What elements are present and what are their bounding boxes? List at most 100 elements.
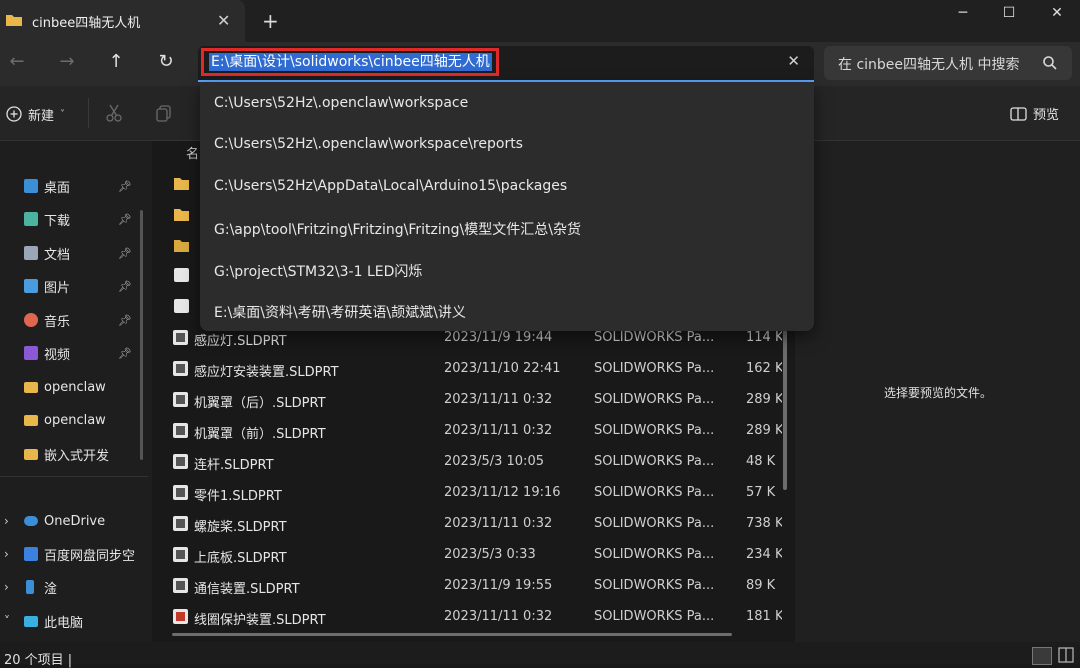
sidebar-item-label: 下载 [44,213,71,229]
sidebar-item-onedrive[interactable]: › OneDrive [0,507,148,535]
pin-icon: 📌︎ [118,346,132,360]
file-row[interactable]: 机翼罩（后）.SLDPRT 2023/11/11 0:32 SOLIDWORKS… [166,384,786,414]
refresh-icon[interactable]: ↻ [151,50,181,74]
file-size: 57 K [746,485,776,500]
file-type: SOLIDWORKS Pa... [594,392,715,407]
address-suggestion[interactable]: C:\Users\52Hz\.openclaw\workspace [214,95,468,111]
sldprt-file-icon [173,423,188,438]
sldprt-file-icon [173,454,188,469]
search-icon[interactable] [1042,55,1058,71]
sidebar-item-label: 淦 [44,581,58,597]
sidebar-item-drive[interactable]: › 淦 [0,573,148,601]
sidebar-item-videos[interactable]: 视频 📌︎ [0,339,148,367]
sidebar-item-label: 百度网盘同步空 [44,548,136,564]
sidebar-item-baidu-netdisk[interactable]: › 百度网盘同步空 [0,540,148,568]
sidebar-item-downloads[interactable]: 下载 📌︎ [0,205,148,233]
file-date: 2023/5/3 0:33 [444,547,536,562]
sldprt-file-icon [173,578,188,593]
picture-icon [24,279,38,293]
tiles-view-icon[interactable] [1058,647,1074,663]
document-icon [24,246,38,260]
file-type: SOLIDWORKS Pa... [594,454,715,469]
sldprt-file-icon [173,609,188,624]
search-box[interactable]: 在 cinbee四轴无人机 中搜索 [824,46,1072,80]
preview-message: 选择要预览的文件。 [884,386,993,400]
new-button[interactable]: 新建 ˅ [6,103,65,125]
sidebar-item-desktop[interactable]: 桌面 📌︎ [0,172,148,200]
window-tab[interactable]: cinbee四轴无人机 ✕ [0,0,245,42]
address-suggestion[interactable]: E:\桌面\资料\考研\考研英语\颉斌斌\讲义 [214,302,466,322]
clear-address-icon[interactable]: ✕ [787,52,800,70]
chevron-down-icon[interactable]: ˅ [4,614,10,628]
address-suggestion[interactable]: G:\project\STM32\3-1 LED闪烁 [214,261,422,281]
sidebar-item-music[interactable]: 音乐 📌︎ [0,306,148,334]
file-name: 线圈保护装置.SLDPRT [194,613,326,628]
details-view-icon[interactable] [1032,647,1052,665]
close-button[interactable]: ✕ [1034,0,1080,30]
file-icon [174,299,189,313]
folder-icon [174,240,189,252]
forward-arrow-icon[interactable]: → [52,50,82,74]
file-row[interactable]: 上底板.SLDPRT 2023/5/3 0:33 SOLIDWORKS Pa..… [166,539,786,569]
file-row[interactable]: 零件1.SLDPRT 2023/11/12 19:16 SOLIDWORKS P… [166,477,786,507]
new-tab-button[interactable]: + [262,9,279,33]
sldprt-file-icon [173,330,188,345]
chevron-right-icon[interactable]: › [4,580,9,594]
sidebar-item-folder[interactable]: openclaw [0,406,148,434]
address-highlight-box [201,48,499,76]
file-list-horizontal-scrollbar[interactable] [172,633,732,636]
file-row[interactable]: 通信装置.SLDPRT 2023/11/9 19:55 SOLIDWORKS P… [166,570,786,600]
file-date: 2023/11/11 0:32 [444,609,553,624]
sidebar-item-folder[interactable]: 嵌入式开发 [0,440,148,468]
sidebar-item-pictures[interactable]: 图片 📌︎ [0,272,148,300]
back-arrow-icon[interactable]: ← [2,50,32,74]
file-size: 738 K [746,516,782,531]
file-date: 2023/11/11 0:32 [444,516,553,531]
maximize-button[interactable]: ☐ [986,0,1032,30]
chevron-right-icon[interactable]: › [4,514,9,528]
preview-pane-button[interactable]: 预览 [1010,104,1059,123]
drive-icon [26,580,34,594]
file-date: 2023/11/10 22:41 [444,361,561,376]
file-list-scrollbar[interactable] [783,330,787,490]
address-suggestion[interactable]: C:\Users\52Hz\AppData\Local\Arduino15\pa… [214,178,567,194]
toolbar-divider [88,98,89,128]
search-placeholder[interactable]: 在 cinbee四轴无人机 中搜索 [838,54,1019,74]
sidebar-item-label: 音乐 [44,314,71,330]
file-size: 89 K [746,578,776,593]
sidebar-item-label: 图片 [44,280,71,296]
folder-icon [24,448,38,460]
sldprt-file-icon [173,392,188,407]
copy-icon[interactable] [154,103,174,123]
up-arrow-icon[interactable]: ↑ [101,50,131,74]
file-row[interactable]: 线圈保护装置.SLDPRT 2023/11/11 0:32 SOLIDWORKS… [166,601,786,631]
column-header-name[interactable]: 名 [186,143,199,162]
address-suggestion[interactable]: G:\app\tool\Fritzing\Fritzing\Fritzing\模… [214,219,581,239]
sidebar-scrollbar[interactable] [140,210,143,460]
sidebar-item-folder[interactable]: openclaw [0,373,148,401]
sidebar-item-this-pc[interactable]: ˅ 此电脑 [0,607,148,635]
file-date: 2023/11/9 19:55 [444,578,553,593]
file-row[interactable]: 连杆.SLDPRT 2023/5/3 10:05 SOLIDWORKS Pa..… [166,446,786,476]
address-suggestion[interactable]: C:\Users\52Hz\.openclaw\workspace\report… [214,136,523,152]
cut-icon[interactable] [104,103,124,123]
minimize-button[interactable]: ─ [940,0,986,30]
file-date: 2023/11/11 0:32 [444,392,553,407]
sidebar-item-label: 视频 [44,347,71,363]
file-row[interactable]: 感应灯安装装置.SLDPRT 2023/11/10 22:41 SOLIDWOR… [166,353,786,383]
tab-close-icon[interactable]: ✕ [217,11,230,30]
file-type: SOLIDWORKS Pa... [594,547,715,562]
file-date: 2023/11/11 0:32 [444,423,553,438]
file-type: SOLIDWORKS Pa... [594,609,715,624]
chevron-right-icon[interactable]: › [4,547,9,561]
item-count: 20 个项目 | [4,653,73,668]
folder-icon [174,178,189,190]
file-type: SOLIDWORKS Pa... [594,485,715,500]
file-row[interactable]: 螺旋桨.SLDPRT 2023/11/11 0:32 SOLIDWORKS Pa… [166,508,786,538]
sldprt-file-icon [173,547,188,562]
file-name: 机翼罩（后）.SLDPRT [194,396,326,411]
sldprt-file-icon [173,485,188,500]
file-row[interactable]: 机翼罩（前）.SLDPRT 2023/11/11 0:32 SOLIDWORKS… [166,415,786,445]
file-type: SOLIDWORKS Pa... [594,423,715,438]
sidebar-item-documents[interactable]: 文档 📌︎ [0,239,148,267]
